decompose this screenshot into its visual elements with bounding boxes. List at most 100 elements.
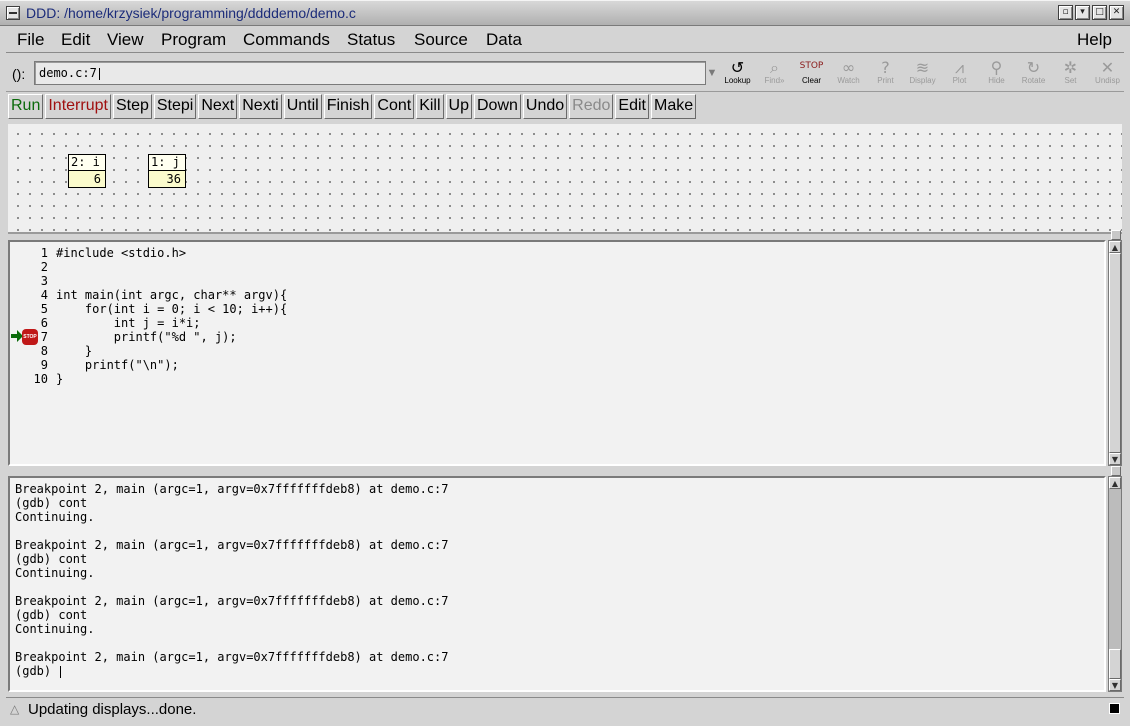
scroll-up-icon[interactable]: ▲ bbox=[1109, 241, 1121, 253]
cont-button[interactable]: Cont bbox=[374, 94, 415, 119]
console-text: Breakpoint 2, main (argc=1, argv=0x7ffff… bbox=[15, 482, 449, 496]
source-scroll-thumb[interactable] bbox=[1109, 253, 1121, 453]
scroll-up-icon[interactable]: ▲ bbox=[1109, 477, 1121, 489]
tool-label: Rotate bbox=[1021, 76, 1046, 85]
make-button[interactable]: Make bbox=[650, 94, 697, 119]
gdb-prompt-line: (gdb) bbox=[15, 664, 62, 678]
pane-sash-handle[interactable] bbox=[1111, 230, 1121, 240]
console-line: (gdb) cont bbox=[15, 552, 87, 566]
clear-icon: STOP bbox=[799, 61, 824, 71]
menu-program[interactable]: Program bbox=[161, 30, 226, 50]
display-value: 36 bbox=[149, 171, 185, 187]
source-line[interactable]: 10} bbox=[10, 372, 1100, 386]
line-number: 6 bbox=[40, 316, 48, 330]
tool-label: Clear bbox=[801, 76, 822, 85]
source-line[interactable]: 6 int j = i*i; bbox=[10, 316, 1100, 330]
step-button[interactable]: Step bbox=[112, 94, 152, 119]
menu-status[interactable]: Status bbox=[347, 30, 395, 50]
undisp-icon: ✕ bbox=[1100, 58, 1115, 77]
undo-button[interactable]: Undo bbox=[522, 94, 568, 119]
up-button[interactable]: Up bbox=[445, 94, 472, 119]
display-icon: ≋ bbox=[915, 58, 930, 77]
edit-button[interactable]: Edit bbox=[615, 94, 649, 119]
source-line[interactable]: 7 printf("%d ", j); bbox=[10, 330, 1100, 344]
line-code: for(int i = 0; i < 10; i++){ bbox=[56, 302, 288, 316]
menu-data-label: Data bbox=[486, 30, 522, 49]
display-header: 1: j bbox=[149, 155, 185, 171]
argument-label: (): bbox=[12, 66, 26, 82]
menu-edit[interactable]: Edit bbox=[61, 30, 90, 50]
scroll-down-icon[interactable]: ▼ bbox=[1109, 453, 1121, 465]
line-code: printf("%d ", j); bbox=[56, 330, 237, 344]
finish-button[interactable]: Finish bbox=[323, 94, 373, 119]
lookup-button[interactable]: ↺ Lookup bbox=[719, 56, 756, 90]
kill-button[interactable]: Kill bbox=[416, 94, 444, 119]
stepi-button[interactable]: Stepi bbox=[153, 94, 197, 119]
menu-commands[interactable]: Commands bbox=[243, 30, 330, 50]
find-button[interactable]: ⌕ Find» bbox=[756, 56, 793, 90]
menu-view[interactable]: View bbox=[107, 30, 144, 50]
window-menu-icon[interactable] bbox=[6, 6, 20, 20]
print-icon: ? bbox=[881, 58, 890, 77]
menu-data[interactable]: Data bbox=[486, 30, 522, 50]
undisp-button[interactable]: ✕ Undisp bbox=[1089, 56, 1126, 90]
down-button[interactable]: Down bbox=[474, 94, 521, 119]
display-j[interactable]: 1: j 36 bbox=[148, 154, 186, 188]
rotate-button[interactable]: ↻ Rotate bbox=[1015, 56, 1052, 90]
display-header: 2: i bbox=[69, 155, 105, 171]
source-scrollbar[interactable]: ▲ ▼ bbox=[1108, 240, 1122, 466]
interrupt-button[interactable]: Interrupt bbox=[45, 94, 111, 119]
console-scrollbar[interactable]: ▲ ▼ bbox=[1108, 476, 1122, 692]
line-code: } bbox=[56, 372, 64, 386]
until-button[interactable]: Until bbox=[283, 94, 322, 119]
source-line[interactable]: 2 bbox=[10, 260, 1100, 274]
maximize-window-icon[interactable]: □ bbox=[1092, 5, 1107, 20]
window-controls: ▫ ▾ □ ✕ bbox=[1058, 5, 1124, 20]
console-scroll-thumb[interactable] bbox=[1109, 649, 1121, 679]
set-button[interactable]: ✲ Set bbox=[1052, 56, 1089, 90]
line-number: 1 bbox=[40, 246, 48, 260]
line-code: int j = i*i; bbox=[56, 316, 201, 330]
plot-button[interactable]: ⩘ Plot bbox=[941, 56, 978, 90]
line-number: 10 bbox=[33, 372, 48, 386]
next-button[interactable]: Next bbox=[198, 94, 238, 119]
set-icon: ✲ bbox=[1063, 58, 1078, 77]
menu-program-label: Program bbox=[161, 30, 227, 49]
menu-source[interactable]: Source bbox=[414, 30, 468, 50]
run-button[interactable]: Run bbox=[8, 94, 44, 119]
close-window-icon[interactable]: ✕ bbox=[1109, 5, 1124, 20]
tool-label: Display bbox=[909, 76, 936, 85]
source-line[interactable]: 5 for(int i = 0; i < 10; i++){ bbox=[10, 302, 1100, 316]
source-line[interactable]: 8 } bbox=[10, 344, 1100, 358]
line-number: 7 bbox=[40, 330, 48, 344]
console-text: Continuing. bbox=[15, 566, 95, 580]
source-line[interactable]: 9 printf("\n"); bbox=[10, 358, 1100, 372]
status-history-icon[interactable]: △ bbox=[10, 702, 19, 716]
clear-button[interactable]: STOP Clear bbox=[793, 56, 830, 90]
line-number: 9 bbox=[40, 358, 48, 372]
gdb-console[interactable]: Breakpoint 2, main (argc=1, argv=0x7ffff… bbox=[8, 476, 1106, 692]
window-titlebar[interactable]: DDD: /home/krzysiek/programming/ddddemo/… bbox=[0, 0, 1130, 26]
shade-window-icon[interactable]: ▫ bbox=[1058, 5, 1073, 20]
menu-help[interactable]: Help bbox=[1077, 30, 1112, 50]
rotate-icon: ↻ bbox=[1026, 58, 1041, 77]
menu-file[interactable]: File bbox=[17, 30, 44, 50]
minimize-window-icon[interactable]: ▾ bbox=[1075, 5, 1090, 20]
menu-edit-label: Edit bbox=[61, 30, 91, 49]
print-button[interactable]: ? Print bbox=[867, 56, 904, 90]
console-line: (gdb) cont bbox=[15, 608, 87, 622]
hide-button[interactable]: ⚲ Hide bbox=[978, 56, 1015, 90]
console-text: Continuing. bbox=[15, 622, 95, 636]
watch-button[interactable]: ∞ Watch bbox=[830, 56, 867, 90]
pane-sash-handle[interactable] bbox=[1111, 466, 1121, 476]
data-display-pane[interactable]: 2: i 6 1: j 36 bbox=[8, 124, 1122, 234]
source-line[interactable]: 4 int main(int argc, char** argv){ bbox=[10, 288, 1100, 302]
scroll-down-icon[interactable]: ▼ bbox=[1109, 679, 1121, 691]
nexti-button[interactable]: Nexti bbox=[239, 94, 282, 119]
source-pane[interactable]: STOP 1 #include <stdio.h> 2 3 4 int main(int … bbox=[8, 240, 1106, 466]
display-button[interactable]: ≋ Display bbox=[904, 56, 941, 90]
display-i[interactable]: 2: i 6 bbox=[68, 154, 106, 188]
source-line[interactable]: 1 #include <stdio.h> bbox=[10, 246, 1100, 260]
argument-input[interactable]: demo.c:7 bbox=[34, 61, 706, 85]
source-line[interactable]: 3 bbox=[10, 274, 1100, 288]
